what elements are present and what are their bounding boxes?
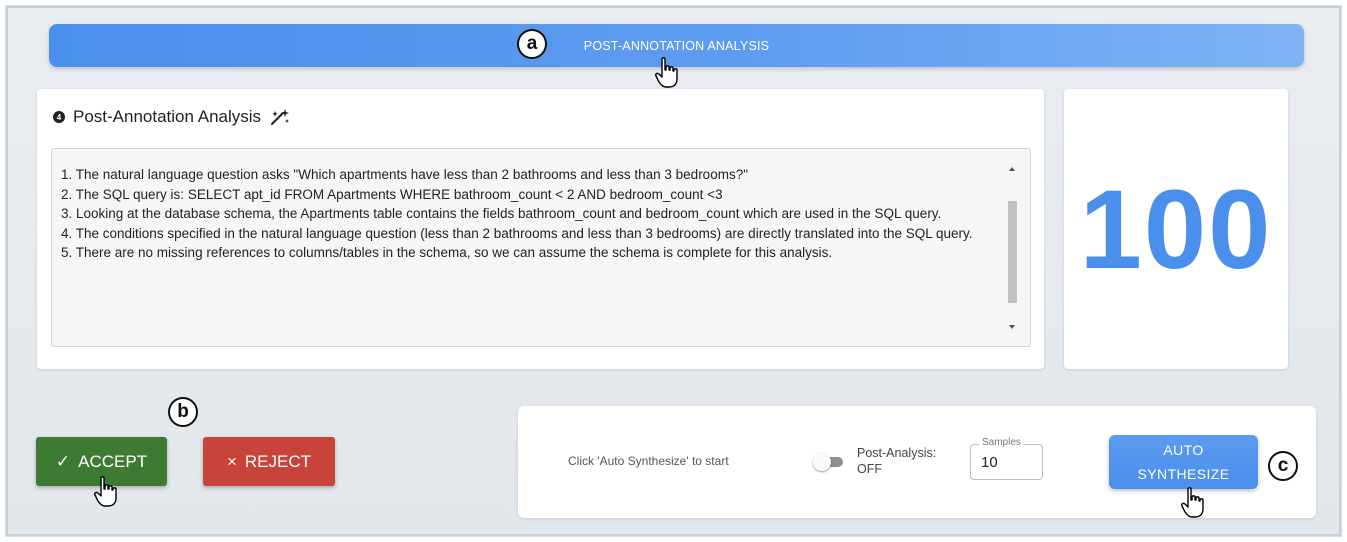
reject-button[interactable]: × REJECT (203, 437, 335, 486)
analysis-line: 1. The natural language question asks "W… (61, 167, 748, 182)
reject-label: REJECT (244, 451, 312, 471)
auto-synthesize-button[interactable]: AUTO SYNTHESIZE (1109, 435, 1258, 489)
start-hint: Click 'Auto Synthesize' to start (568, 454, 729, 468)
analysis-line: 2. The SQL query is: SELECT apt_id FROM … (61, 186, 723, 202)
scroll-down-arrow-icon[interactable] (1009, 325, 1015, 329)
score-value: 100 (1079, 166, 1273, 292)
analysis-textbox[interactable]: 1. The natural language question asks "W… (51, 148, 1031, 347)
check-icon: ✓ (55, 451, 71, 471)
score-card: 100 (1064, 89, 1288, 369)
step-number-badge: 4 (53, 111, 65, 123)
samples-value: 10 (981, 454, 998, 471)
post-analysis-label: Post-Analysis: OFF (857, 446, 937, 476)
post-analysis-toggle[interactable] (813, 453, 845, 471)
callout-a: a (517, 29, 547, 59)
close-icon: × (226, 451, 237, 471)
scrollbar-thumb[interactable] (1008, 201, 1017, 303)
sparkle-wand-icon (271, 109, 290, 125)
hand-cursor-icon (655, 57, 678, 88)
samples-legend: Samples (979, 437, 1024, 448)
callout-b: b (168, 397, 198, 427)
samples-input[interactable]: Samples 10 (970, 437, 1043, 480)
analysis-line: 4. The conditions specified in the natur… (61, 225, 973, 241)
accept-label: ACCEPT (78, 451, 148, 471)
analysis-lines: 1. The natural language question asks "W… (61, 165, 1009, 263)
analysis-line: 3. Looking at the database schema, the A… (61, 206, 942, 221)
analysis-panel: 4 Post-Annotation Analysis 1. The natura… (37, 89, 1044, 369)
analysis-title-text: Post-Annotation Analysis (73, 107, 262, 126)
toggle-knob (813, 453, 831, 471)
analysis-title: 4 Post-Annotation Analysis (53, 107, 291, 127)
analysis-line: 5. There are no missing references to co… (61, 245, 833, 260)
scrollbar[interactable] (1008, 163, 1018, 333)
scroll-up-arrow-icon[interactable] (1009, 167, 1015, 171)
post-annotation-analysis-label: POST-ANNOTATION ANALYSIS (583, 38, 770, 53)
hand-cursor-icon (94, 476, 117, 507)
callout-c: c (1268, 451, 1298, 481)
hand-cursor-icon (1181, 487, 1204, 518)
